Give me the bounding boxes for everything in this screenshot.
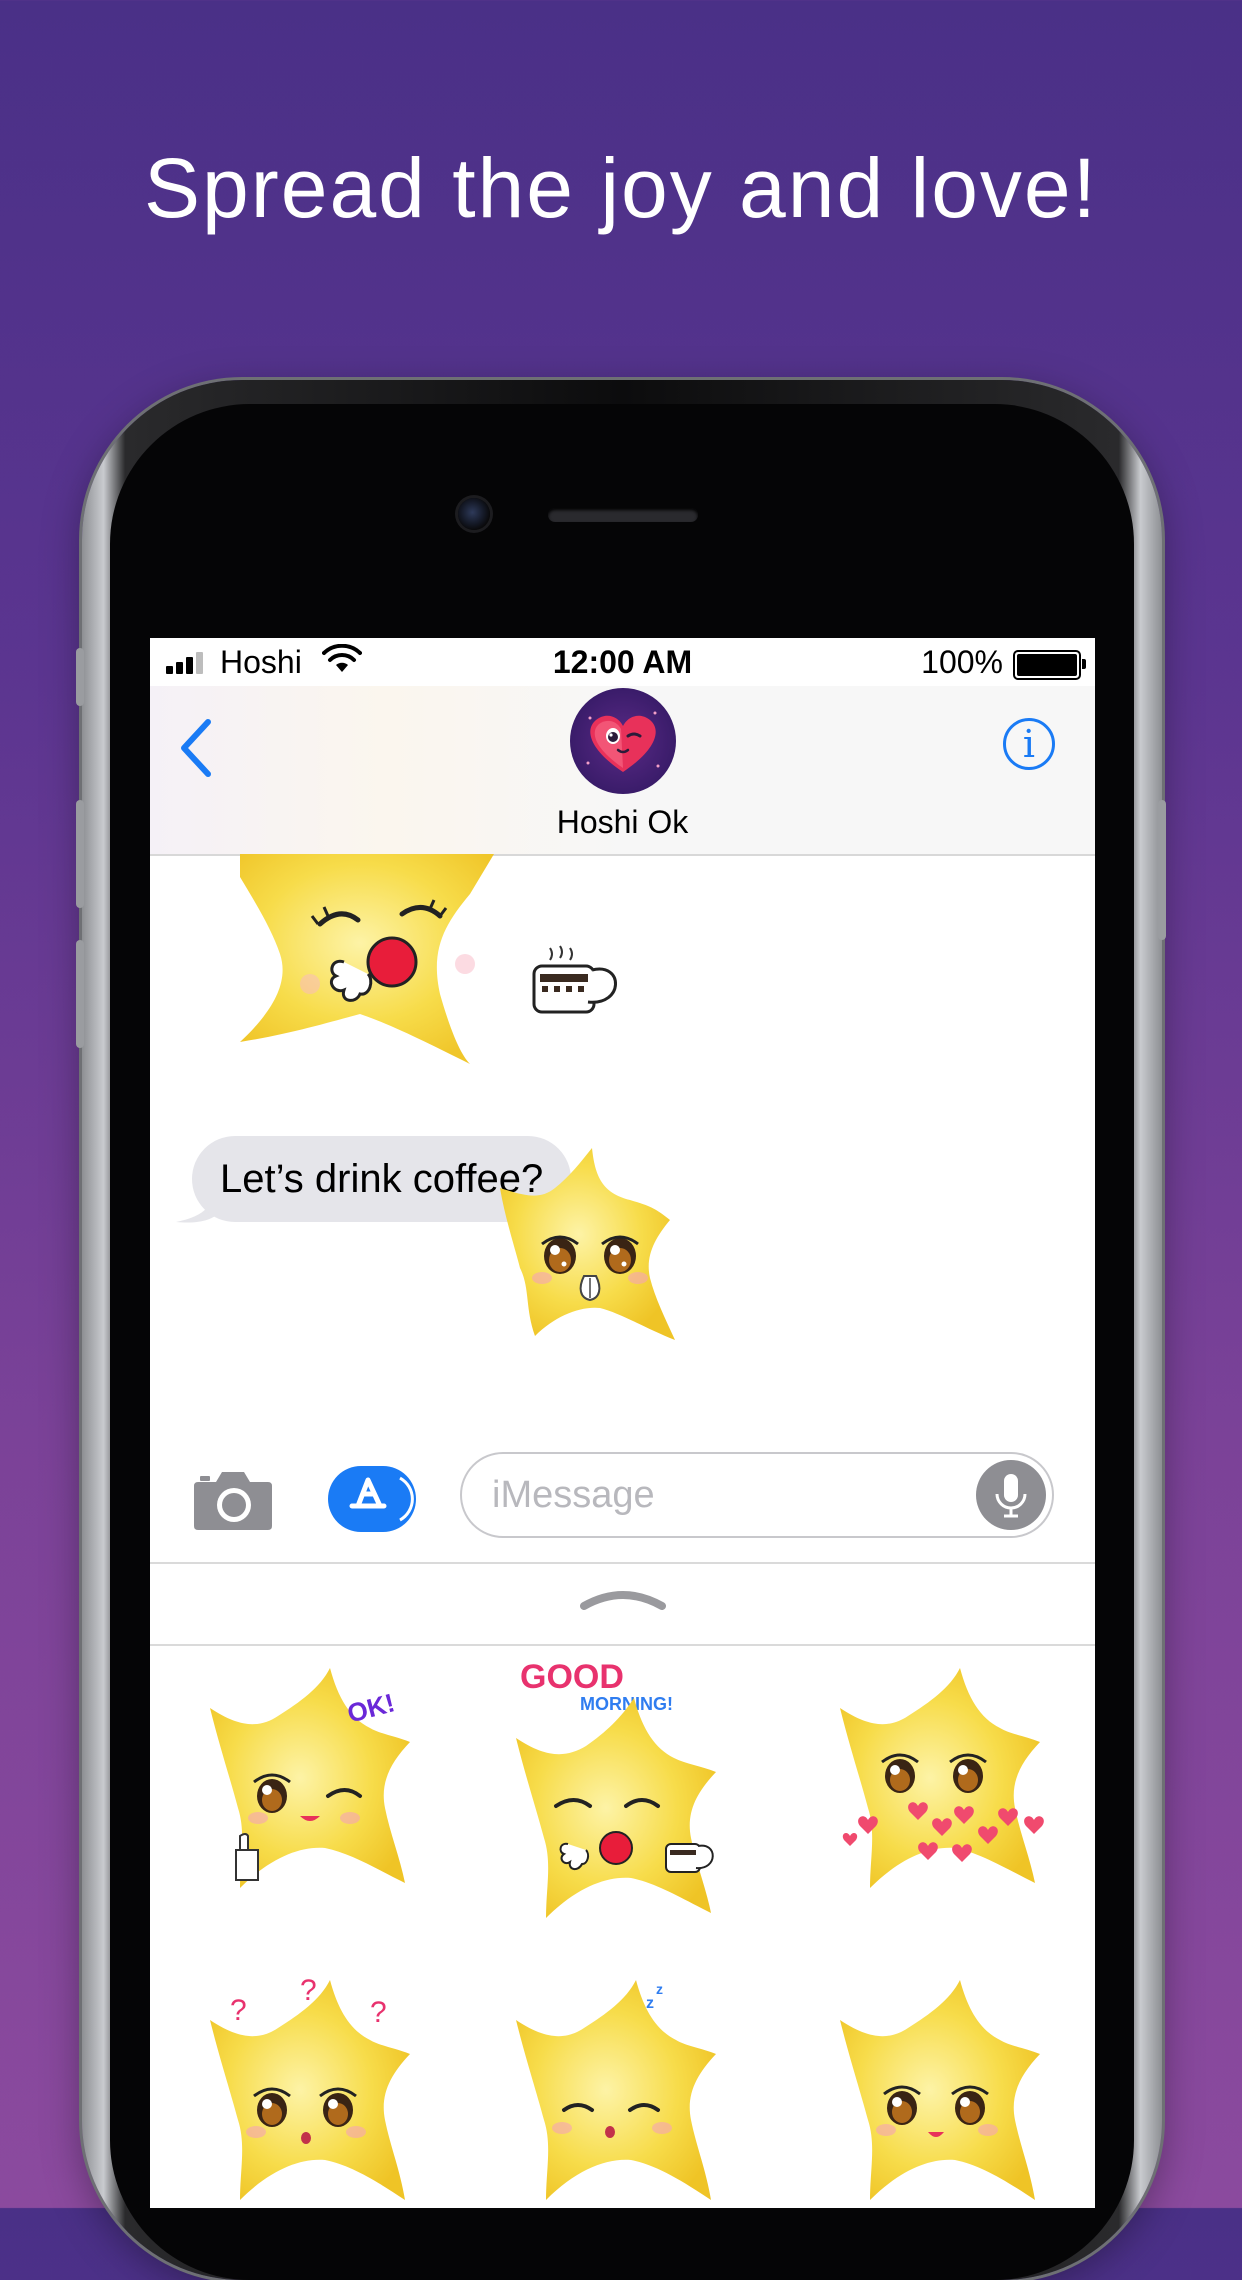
conversation-header: Hoshi Ok i (150, 686, 1095, 856)
status-bar: Hoshi 12:00 AM 100% (150, 638, 1095, 686)
phone-screen: Hoshi 12:00 AM 100% Hoshi Ok i Let’s dri… (150, 638, 1095, 2208)
camera-icon[interactable] (192, 1468, 274, 1532)
star-coffee-sticker[interactable] (240, 854, 530, 1074)
star-pleading-sticker[interactable] (480, 1148, 690, 1348)
question-mark-icon: ? (370, 1996, 387, 2029)
microphone-button[interactable] (976, 1460, 1046, 1530)
sticker-sleepy[interactable]: z z (506, 1960, 736, 2208)
sticker-ok-wink[interactable]: OK! (200, 1668, 430, 1928)
sticker-tray: OK! GOOD MORNING! ? ? ? z z (150, 1648, 1095, 2208)
sticker-surprised[interactable] (830, 1960, 1060, 2208)
microphone-icon (995, 1474, 1027, 1518)
heart-mascot-icon (586, 711, 660, 772)
coffee-cup-icon (532, 945, 617, 1014)
contact-name[interactable]: Hoshi Ok (150, 804, 1095, 841)
headline: Spread the joy and love! (144, 141, 1098, 235)
compose-bar: iMessage (150, 1428, 1095, 1548)
sticker-confused[interactable]: ? ? ? (200, 1960, 430, 2208)
contact-avatar[interactable] (570, 688, 676, 794)
battery-icon (1013, 650, 1086, 680)
question-mark-icon: ? (230, 1994, 247, 2027)
back-chevron-icon[interactable] (176, 716, 216, 780)
sleep-z-icon: z (656, 1981, 663, 1997)
sleep-z-icon: z (646, 1995, 654, 2012)
app-store-button[interactable] (328, 1466, 416, 1532)
question-mark-icon: ? (300, 1974, 317, 2007)
sticker-good-caption: GOOD (520, 1658, 624, 1696)
power-button (1158, 800, 1166, 940)
earpiece-speaker (548, 508, 698, 522)
sticker-good-morning[interactable]: GOOD MORNING! (506, 1648, 736, 1948)
sticker-hearts[interactable] (830, 1668, 1060, 1928)
app-store-icon (349, 1476, 414, 1522)
sticker-ok-caption: OK! (344, 1687, 398, 1728)
app-drawer-handle-bar[interactable] (150, 1562, 1095, 1646)
front-camera (458, 498, 490, 530)
chevron-up-icon[interactable] (578, 1582, 668, 1612)
battery-percent: 100% (921, 644, 1003, 680)
message-input-placeholder: iMessage (492, 1474, 655, 1516)
info-button[interactable]: i (1003, 718, 1055, 770)
volume-down-button (76, 940, 84, 1048)
mute-switch (76, 648, 84, 706)
volume-up-button (76, 800, 84, 908)
message-input[interactable]: iMessage (460, 1452, 1054, 1538)
